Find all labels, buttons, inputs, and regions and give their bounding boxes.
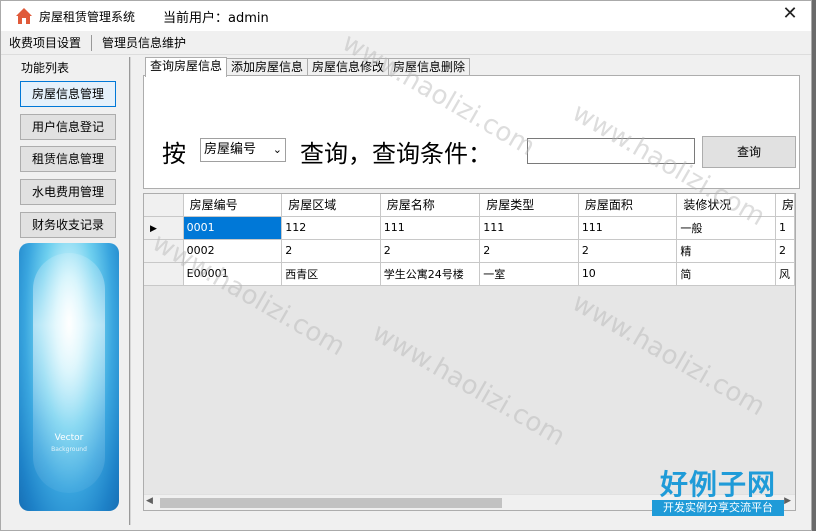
table-cell[interactable]: 一室 (479, 262, 579, 286)
table-row[interactable]: E00001 西青区 学生公寓24号楼 一室 10 简 风 (144, 262, 795, 286)
menu-item-fee-settings[interactable]: 收费项目设置 (1, 31, 89, 55)
row-header[interactable] (144, 262, 184, 286)
house-data-grid[interactable]: 房屋编号 房屋区域 房屋名称 房屋类型 房屋面积 装修状况 房 ▶ 0001 1… (143, 193, 796, 511)
column-header[interactable]: 房屋编号 (183, 194, 283, 217)
tab-delete-house[interactable]: 房屋信息删除 (388, 58, 471, 76)
table-cell[interactable]: 111 (380, 216, 481, 240)
menu-bar: 收费项目设置 管理员信息维护 (1, 31, 811, 55)
table-row[interactable]: 0002 2 2 2 2 精 2 (144, 239, 795, 263)
table-cell[interactable]: 一般 (676, 216, 776, 240)
column-header[interactable]: 房屋类型 (479, 194, 579, 217)
table-cell[interactable]: 111 (578, 216, 678, 240)
query-field-select[interactable]: 房屋编号 ⌄ (200, 138, 286, 162)
query-condition-label: 查询，查询条件： (300, 140, 492, 168)
table-cell[interactable]: 0002 (183, 239, 283, 263)
column-header[interactable]: 装修状况 (676, 194, 776, 217)
tab-query-house[interactable]: 查询房屋信息 (145, 57, 228, 77)
table-cell[interactable]: 西青区 (281, 262, 381, 286)
tab-add-house[interactable]: 添加房屋信息 (226, 58, 309, 76)
table-cell[interactable]: 风 (775, 262, 795, 286)
data-table: 房屋编号 房屋区域 房屋名称 房屋类型 房屋面积 装修状况 房 ▶ 0001 1… (144, 194, 795, 286)
decorative-image: Vector Background (19, 243, 119, 511)
current-row-icon: ▶ (150, 224, 157, 234)
brand-slogan: 开发实例分享交流平台 (652, 500, 784, 516)
user-register-button[interactable]: 用户信息登记 (20, 114, 116, 140)
table-cell[interactable]: 2 (479, 239, 579, 263)
image-glow (33, 253, 105, 493)
query-field-value: 房屋编号 (204, 142, 257, 157)
image-sublabel: Background (51, 446, 87, 453)
window-title: 房屋租赁管理系统 (39, 9, 136, 24)
brand-name: 好例子网 (659, 468, 776, 501)
scrollbar-thumb[interactable] (160, 498, 502, 508)
table-cell[interactable]: 112 (281, 216, 381, 240)
scroll-right-icon[interactable]: ▶ (784, 496, 791, 506)
scroll-left-icon[interactable]: ◀ (146, 496, 153, 506)
title-bar: 房屋租赁管理系统 当前用户：admin ✕ (1, 1, 811, 31)
rental-info-button[interactable]: 租赁信息管理 (20, 146, 116, 172)
table-cell[interactable]: 2 (281, 239, 381, 263)
table-cell[interactable]: 1 (775, 216, 795, 240)
table-cell[interactable]: 111 (479, 216, 579, 240)
main-window: 房屋租赁管理系统 当前用户：admin ✕ 收费项目设置 管理员信息维护 功能列… (0, 0, 812, 531)
tab-strip: 查询房屋信息 添加房屋信息 房屋信息修改 房屋信息删除 (145, 57, 471, 77)
house-icon (16, 8, 32, 24)
close-button[interactable]: ✕ (779, 3, 801, 25)
current-user-label: 当前用户：admin (163, 10, 269, 26)
query-button[interactable]: 查询 (702, 136, 796, 168)
table-cell[interactable]: 2 (775, 239, 795, 263)
column-header[interactable]: 房屋区域 (281, 194, 381, 217)
table-cell[interactable]: 学生公寓24号楼 (380, 262, 481, 286)
column-header[interactable]: 房屋名称 (380, 194, 481, 217)
brand-logo: 好例子网 开发实例分享交流平台 (652, 470, 784, 520)
table-cell[interactable]: 2 (380, 239, 481, 263)
background-window-edge (812, 0, 816, 531)
corner-header (144, 194, 184, 217)
finance-record-button[interactable]: 财务收支记录 (20, 212, 116, 238)
function-panel: 功能列表 房屋信息管理 用户信息登记 租赁信息管理 水电费用管理 财务收支记录 … (13, 57, 125, 525)
tab-edit-house[interactable]: 房屋信息修改 (307, 58, 390, 76)
column-header[interactable]: 房屋面积 (578, 194, 678, 217)
table-cell[interactable]: 精 (676, 239, 776, 263)
table-cell[interactable]: 2 (578, 239, 678, 263)
chevron-down-icon: ⌄ (272, 143, 282, 156)
query-condition-input[interactable] (527, 138, 695, 164)
house-info-button[interactable]: 房屋信息管理 (20, 81, 116, 107)
query-tab-panel: 按 房屋编号 ⌄ 查询，查询条件： 查询 (143, 75, 800, 189)
query-prefix-label: 按 (162, 140, 186, 168)
table-cell[interactable]: 10 (578, 262, 678, 286)
table-cell[interactable]: 简 (676, 262, 776, 286)
panel-title: 功能列表 (21, 61, 70, 75)
row-header[interactable]: ▶ (144, 216, 184, 240)
menu-item-admin-maintenance[interactable]: 管理员信息维护 (94, 31, 194, 55)
row-header[interactable] (144, 239, 184, 263)
table-cell[interactable]: E00001 (183, 262, 283, 286)
utility-fee-button[interactable]: 水电费用管理 (20, 179, 116, 205)
image-label: Vector (54, 433, 84, 443)
table-cell[interactable]: 0001 (183, 216, 283, 240)
header-row: 房屋编号 房屋区域 房屋名称 房屋类型 房屋面积 装修状况 房 (144, 194, 795, 217)
panel-splitter[interactable] (129, 57, 131, 525)
menu-separator (91, 34, 93, 51)
column-header[interactable]: 房 (775, 194, 795, 217)
table-row[interactable]: ▶ 0001 112 111 111 111 一般 1 (144, 216, 795, 240)
